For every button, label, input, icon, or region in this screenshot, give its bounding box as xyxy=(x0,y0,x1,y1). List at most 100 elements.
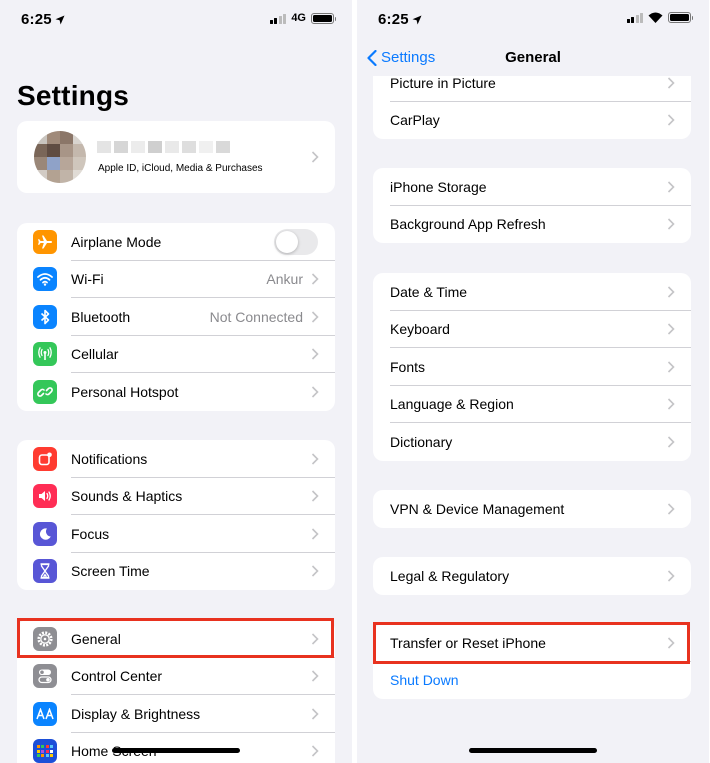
vpn-group: VPN & Device Management xyxy=(373,490,691,528)
chevron-right-icon xyxy=(311,490,319,502)
personal-hotspot-row[interactable]: Personal Hotspot xyxy=(17,373,335,411)
bluetooth-status-value: Not Connected xyxy=(209,308,303,325)
chevron-right-icon xyxy=(311,453,319,465)
notifications-row[interactable]: Notifications xyxy=(17,440,335,478)
battery-icon xyxy=(311,12,336,24)
switches-icon xyxy=(33,664,57,689)
app-grid-icon xyxy=(33,739,57,763)
shut-down-button[interactable]: Shut Down xyxy=(390,672,458,688)
settings-screen: 6:25 4G Settings Apple ID, iCloud, Media… xyxy=(0,0,352,763)
status-time: 6:25 xyxy=(21,11,52,28)
language-region-row[interactable]: Language & Region xyxy=(373,386,691,424)
background-app-refresh-row[interactable]: Background App Refresh xyxy=(373,206,691,244)
bluetooth-label: Bluetooth xyxy=(71,308,131,325)
profile-name-blurred xyxy=(97,141,230,153)
picture-in-picture-label: Picture in Picture xyxy=(390,74,496,91)
network-type: 4G xyxy=(291,12,306,24)
keyboard-label: Keyboard xyxy=(390,321,450,338)
chevron-right-icon xyxy=(667,114,675,126)
navigation-bar: Settings General xyxy=(357,40,709,76)
date-time-label: Date & Time xyxy=(390,283,468,300)
screen-time-label: Screen Time xyxy=(71,563,150,580)
sounds-haptics-label: Sounds & Haptics xyxy=(71,488,183,505)
legal-regulatory-row[interactable]: Legal & Regulatory xyxy=(373,557,691,595)
personal-hotspot-label: Personal Hotspot xyxy=(71,383,179,400)
display-brightness-row[interactable]: Display & Brightness xyxy=(17,695,335,733)
screen-time-row[interactable]: Screen Time xyxy=(17,553,335,591)
fonts-label: Fonts xyxy=(390,358,426,375)
bluetooth-row[interactable]: Bluetooth Not Connected xyxy=(17,298,335,336)
airplane-mode-row[interactable]: Airplane Mode xyxy=(17,223,335,261)
iphone-storage-label: iPhone Storage xyxy=(390,178,487,195)
chevron-right-icon xyxy=(311,386,319,398)
cellular-signal-icon xyxy=(626,12,643,23)
vpn-device-management-row[interactable]: VPN & Device Management xyxy=(373,490,691,528)
wifi-row[interactable]: Wi-Fi Ankur xyxy=(17,261,335,299)
bluetooth-icon xyxy=(33,304,57,329)
language-region-label: Language & Region xyxy=(390,396,514,413)
general-label: General xyxy=(71,630,121,647)
locale-group: Date & Time Keyboard Fonts Language & Re… xyxy=(373,273,691,461)
transfer-reset-row[interactable]: Transfer or Reset iPhone xyxy=(373,624,691,662)
cellular-signal-icon xyxy=(269,13,287,24)
status-bar: 6:25 xyxy=(357,0,709,40)
location-arrow-icon xyxy=(412,15,422,25)
background-app-refresh-label: Background App Refresh xyxy=(390,216,546,233)
carplay-row[interactable]: CarPlay xyxy=(373,102,691,140)
status-bar: 6:25 4G xyxy=(0,0,352,40)
wifi-label: Wi-Fi xyxy=(71,271,104,288)
keyboard-row[interactable]: Keyboard xyxy=(373,311,691,349)
vpn-device-management-label: VPN & Device Management xyxy=(390,500,565,517)
chevron-right-icon xyxy=(667,323,675,335)
chevron-right-icon xyxy=(311,565,319,577)
chevron-right-icon xyxy=(667,570,675,582)
page-title: Settings xyxy=(17,80,130,111)
chevron-right-icon xyxy=(667,361,675,373)
chevron-right-icon xyxy=(311,528,319,540)
legal-regulatory-label: Legal & Regulatory xyxy=(390,567,510,584)
general-row[interactable]: General xyxy=(17,620,335,658)
chevron-right-icon xyxy=(311,745,319,757)
chevron-right-icon xyxy=(311,670,319,682)
shut-down-row[interactable]: Shut Down xyxy=(373,662,691,700)
cellular-label: Cellular xyxy=(71,346,119,363)
apple-id-profile-row[interactable]: Apple ID, iCloud, Media & Purchases xyxy=(17,121,335,193)
focus-label: Focus xyxy=(71,525,110,542)
chevron-right-icon xyxy=(667,286,675,298)
profile-subtitle: Apple ID, iCloud, Media & Purchases xyxy=(98,163,263,174)
airplane-mode-label: Airplane Mode xyxy=(71,233,162,250)
hourglass-icon xyxy=(33,559,57,584)
dictionary-label: Dictionary xyxy=(390,433,453,450)
hotspot-link-icon xyxy=(33,379,57,404)
wifi-icon xyxy=(33,267,57,292)
moon-icon xyxy=(33,521,57,546)
legal-group: Legal & Regulatory xyxy=(373,557,691,595)
sounds-haptics-row[interactable]: Sounds & Haptics xyxy=(17,478,335,516)
nav-title: General xyxy=(505,49,561,66)
fonts-row[interactable]: Fonts xyxy=(373,348,691,386)
avatar xyxy=(34,131,86,183)
location-arrow-icon xyxy=(55,15,65,25)
date-time-row[interactable]: Date & Time xyxy=(373,273,691,311)
chevron-right-icon xyxy=(311,708,319,720)
dictionary-row[interactable]: Dictionary xyxy=(373,423,691,461)
control-center-row[interactable]: Control Center xyxy=(17,658,335,696)
chevron-right-icon xyxy=(667,398,675,410)
display-brightness-label: Display & Brightness xyxy=(71,705,201,722)
airplane-icon xyxy=(33,229,57,254)
reset-group: Transfer or Reset iPhone Shut Down xyxy=(373,624,691,699)
speaker-icon xyxy=(33,484,57,509)
chevron-right-icon xyxy=(667,181,675,193)
antenna-icon xyxy=(33,342,57,367)
home-indicator xyxy=(112,748,240,753)
notifications-group: Notifications Sounds & Haptics Focus Scr… xyxy=(17,440,335,590)
carplay-label: CarPlay xyxy=(390,112,440,129)
airplane-mode-toggle[interactable] xyxy=(274,228,318,255)
iphone-storage-row[interactable]: iPhone Storage xyxy=(373,168,691,206)
general-group: General Control Center Display & Brightn… xyxy=(17,620,335,763)
cellular-row[interactable]: Cellular xyxy=(17,336,335,374)
chevron-right-icon xyxy=(311,311,319,323)
control-center-label: Control Center xyxy=(71,668,163,685)
notifications-label: Notifications xyxy=(71,450,148,467)
focus-row[interactable]: Focus xyxy=(17,515,335,553)
